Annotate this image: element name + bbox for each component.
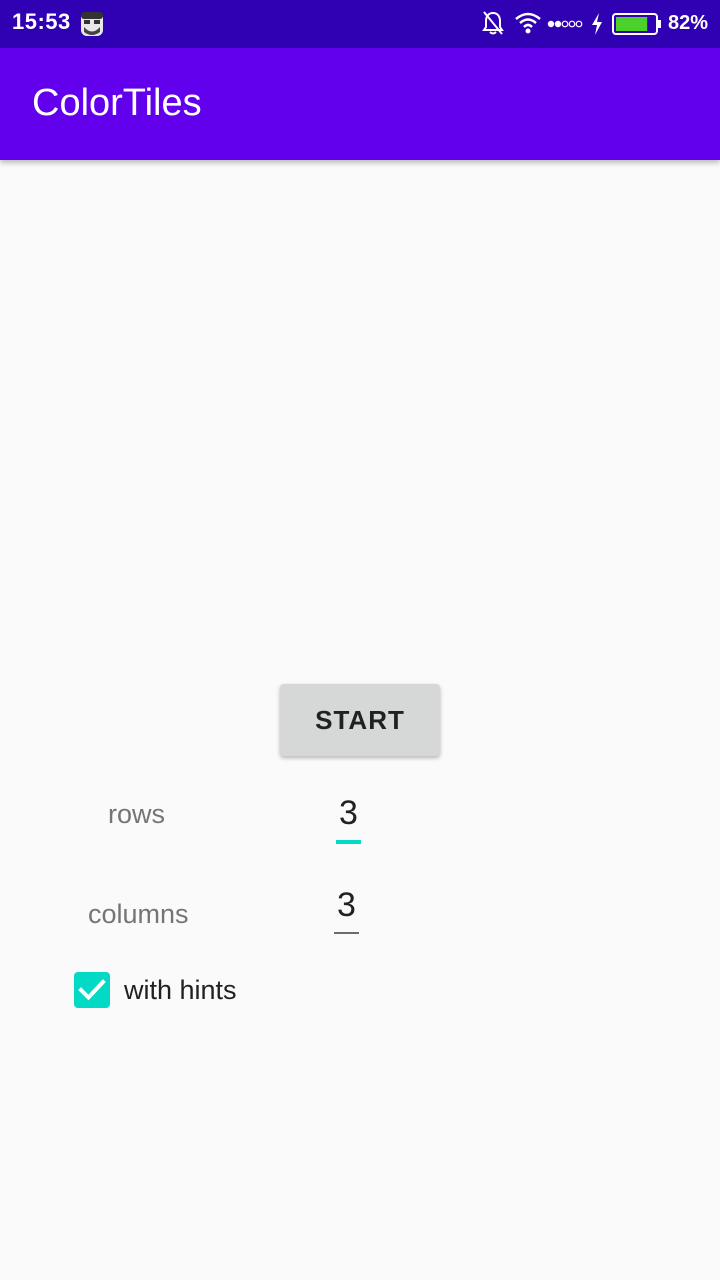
hints-label[interactable]: with hints	[124, 975, 237, 1006]
columns-value: 3	[337, 886, 356, 924]
rows-label: rows	[108, 799, 166, 829]
rows-value: 3	[339, 794, 358, 832]
hints-checkbox[interactable]	[74, 972, 110, 1008]
app-title: ColorTiles	[32, 82, 202, 124]
columns-input[interactable]: 3	[334, 886, 359, 934]
columns-input-underline	[334, 932, 359, 934]
signal-dots-icon	[547, 17, 583, 35]
columns-label: columns	[88, 899, 189, 929]
start-button[interactable]: START	[280, 684, 440, 756]
battery-icon	[612, 13, 662, 40]
charging-icon	[590, 12, 604, 41]
status-bar: 15:53 82%	[0, 0, 720, 48]
app-bar: ColorTiles	[0, 48, 720, 160]
wifi-icon	[514, 12, 542, 39]
rows-input[interactable]: 3	[336, 794, 361, 844]
checkmark-icon	[78, 979, 106, 1001]
rows-input-underline	[336, 840, 361, 844]
notifications-off-icon	[482, 10, 504, 41]
battery-percent: 82%	[667, 12, 708, 34]
status-time: 15:53	[12, 9, 71, 34]
avatar-icon	[78, 10, 106, 38]
